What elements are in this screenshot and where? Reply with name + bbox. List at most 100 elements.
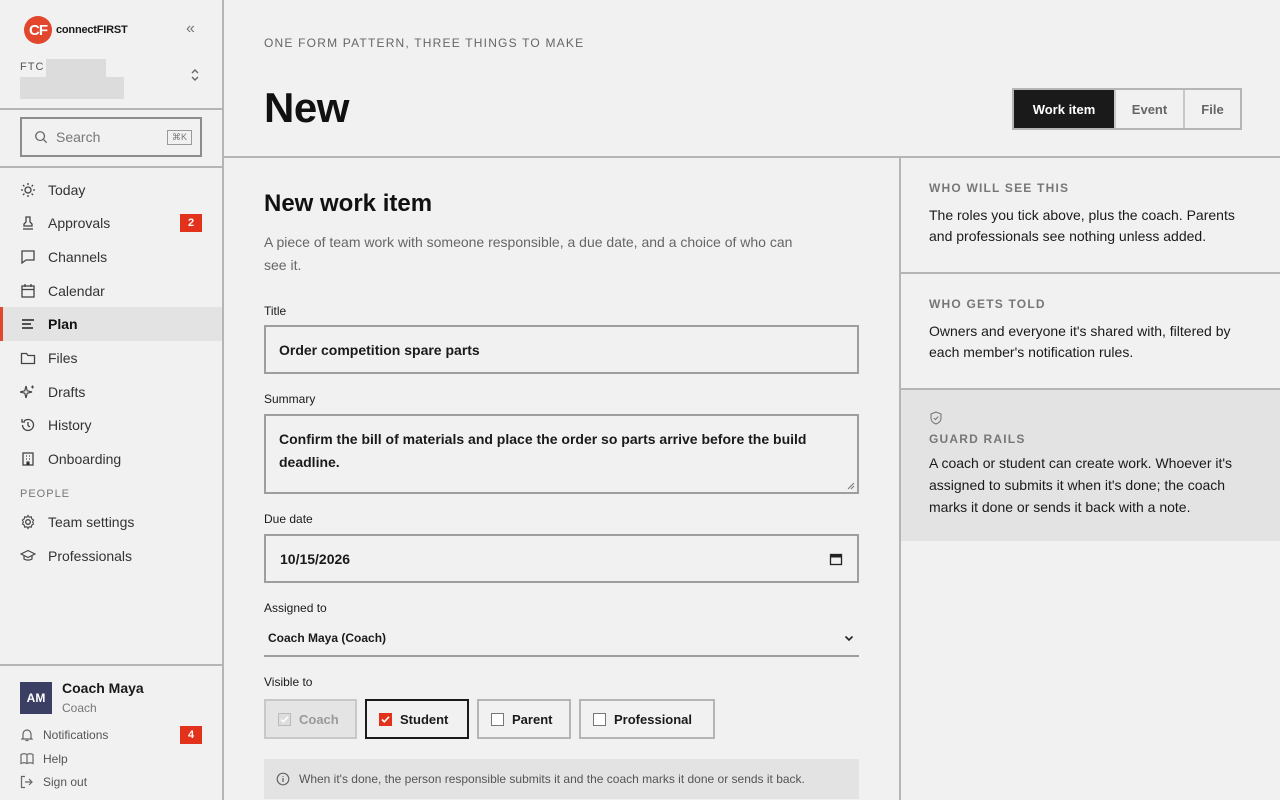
user-role: Coach — [62, 701, 97, 715]
nav-item-files[interactable]: Files — [0, 341, 222, 375]
checkbox-label: Student — [400, 711, 449, 727]
divider — [901, 272, 1280, 274]
nav-item-history[interactable]: History — [0, 408, 222, 442]
visibility-coach-checkbox: Coach — [264, 699, 357, 739]
help-label: Help — [43, 752, 68, 766]
checkbox-label: Parent — [512, 711, 553, 727]
checkbox-icon — [593, 712, 606, 726]
info-icon — [276, 772, 290, 786]
who-gets-told-text: Owners and everyone it's shared with, fi… — [929, 323, 1231, 360]
nav-label: Today — [48, 182, 86, 198]
resize-handle-icon[interactable] — [847, 482, 855, 490]
notifications-link[interactable]: Notifications 4 — [20, 725, 206, 745]
nav-item-calendar[interactable]: Calendar — [0, 274, 222, 308]
nav-item-professionals[interactable]: Professionals — [0, 539, 222, 573]
tab-work-item[interactable]: Work item — [1014, 90, 1114, 128]
who-will-see-card: WHO WILL SEE THIS The roles you tick abo… — [901, 181, 1280, 247]
bell-icon — [20, 729, 34, 742]
visibility-student-checkbox[interactable]: Student — [365, 699, 469, 739]
guard-rails-text: A coach or student can create work. Whoe… — [929, 455, 1233, 515]
guard-rails-card: GUARD RAILS A coach or student can creat… — [901, 390, 1280, 541]
search-input[interactable]: Search ⌘K — [20, 117, 202, 157]
stamp-icon — [20, 215, 36, 231]
title-field[interactable]: Order competition spare parts — [264, 325, 859, 374]
page-eyebrow: ONE FORM PATTERN, THREE THINGS TO MAKE — [264, 36, 585, 50]
history-icon — [20, 417, 36, 433]
nav-label: Professionals — [48, 548, 133, 564]
notifications-count-badge: 4 — [180, 726, 202, 744]
nav-item-channels[interactable]: Channels — [0, 240, 222, 274]
sign-out-label: Sign out — [43, 775, 88, 789]
sign-out-link[interactable]: Sign out — [20, 772, 206, 792]
folder-icon — [20, 350, 36, 366]
sparkle-icon — [20, 384, 36, 400]
due-date-label: Due date — [264, 512, 313, 526]
nav-label: Approvals — [48, 215, 111, 231]
logo-text: connectFIRST — [56, 24, 128, 36]
due-date-field[interactable]: 10/15/2026 — [264, 534, 859, 583]
nav-label: Channels — [48, 249, 108, 265]
checkbox-icon — [491, 712, 504, 726]
nav-item-approvals[interactable]: Approvals 2 — [0, 206, 222, 240]
gear-icon — [20, 514, 36, 530]
visibility-parent-checkbox[interactable]: Parent — [477, 699, 571, 739]
nav-label: Team settings — [48, 514, 135, 530]
nav-item-onboarding[interactable]: Onboarding — [0, 442, 222, 476]
visibility-professional-checkbox[interactable]: Professional — [579, 699, 715, 739]
nav-label: Files — [48, 350, 78, 366]
who-gets-told-title: WHO GETS TOLD — [929, 297, 1046, 311]
assigned-label: Assigned to — [264, 601, 327, 615]
divider — [0, 108, 222, 110]
user-profile[interactable]: AM Coach Maya Coach — [20, 680, 206, 716]
collapse-sidebar-icon[interactable]: « — [186, 20, 195, 38]
summary-label: Summary — [264, 392, 316, 406]
sun-icon — [20, 182, 36, 198]
building-icon — [20, 451, 36, 467]
sign-out-icon — [20, 775, 33, 789]
header-divider — [224, 156, 1280, 158]
team-name-redacted — [46, 59, 106, 77]
shield-icon — [930, 411, 942, 425]
book-icon — [20, 753, 34, 765]
calendar-icon — [20, 283, 36, 299]
help-link[interactable]: Help — [20, 749, 206, 769]
checkbox-icon — [278, 712, 291, 726]
assigned-select[interactable]: Coach Maya (Coach) — [264, 620, 859, 657]
nav-label: Plan — [48, 316, 78, 332]
guard-rails-title: GUARD RAILS — [929, 432, 1026, 446]
nav-item-drafts[interactable]: Drafts — [0, 375, 222, 409]
notifications-label: Notifications — [43, 728, 109, 742]
who-will-see-text: The roles you tick above, plus the coach… — [929, 207, 1235, 244]
who-gets-told-card: WHO GETS TOLD Owners and everyone it's s… — [901, 297, 1280, 363]
info-note: When it's done, the person responsible s… — [264, 759, 859, 799]
people-section-label: PEOPLE — [20, 488, 71, 500]
chevron-updown-icon — [190, 68, 200, 85]
checkbox-label: Coach — [299, 711, 339, 727]
avatar: AM — [20, 682, 52, 714]
due-date-value: 10/15/2026 — [280, 550, 351, 567]
search-shortcut: ⌘K — [166, 129, 192, 145]
user-name: Coach Maya — [62, 680, 144, 696]
nav-label: Onboarding — [48, 451, 122, 467]
search-icon — [35, 131, 48, 144]
tab-file[interactable]: File — [1183, 90, 1240, 128]
nav-item-today[interactable]: Today — [0, 173, 222, 207]
calendar-picker-icon[interactable] — [829, 552, 843, 566]
title-label: Title — [264, 304, 287, 318]
nav-item-team-settings[interactable]: Team settings — [0, 505, 222, 539]
summary-textarea[interactable]: Confirm the bill of materials and place … — [264, 414, 859, 494]
nav-item-plan[interactable]: Plan — [0, 307, 222, 341]
tab-event[interactable]: Event — [1114, 90, 1183, 128]
chat-icon — [20, 249, 36, 265]
nav-label: Calendar — [48, 283, 105, 299]
type-segmented-control: Work item Event File — [1012, 88, 1242, 130]
brand-logo[interactable]: CF connectFIRST — [24, 16, 128, 44]
checkbox-icon — [379, 712, 392, 726]
nav-label: Drafts — [48, 384, 86, 400]
sidebar: CF connectFIRST « FTC Search ⌘K Today Ap… — [0, 0, 224, 800]
chevron-down-icon — [844, 635, 854, 641]
team-code: FTC — [20, 61, 45, 73]
assigned-value: Coach Maya (Coach) — [268, 630, 387, 645]
team-switcher[interactable]: FTC — [20, 58, 206, 102]
divider — [0, 166, 222, 168]
